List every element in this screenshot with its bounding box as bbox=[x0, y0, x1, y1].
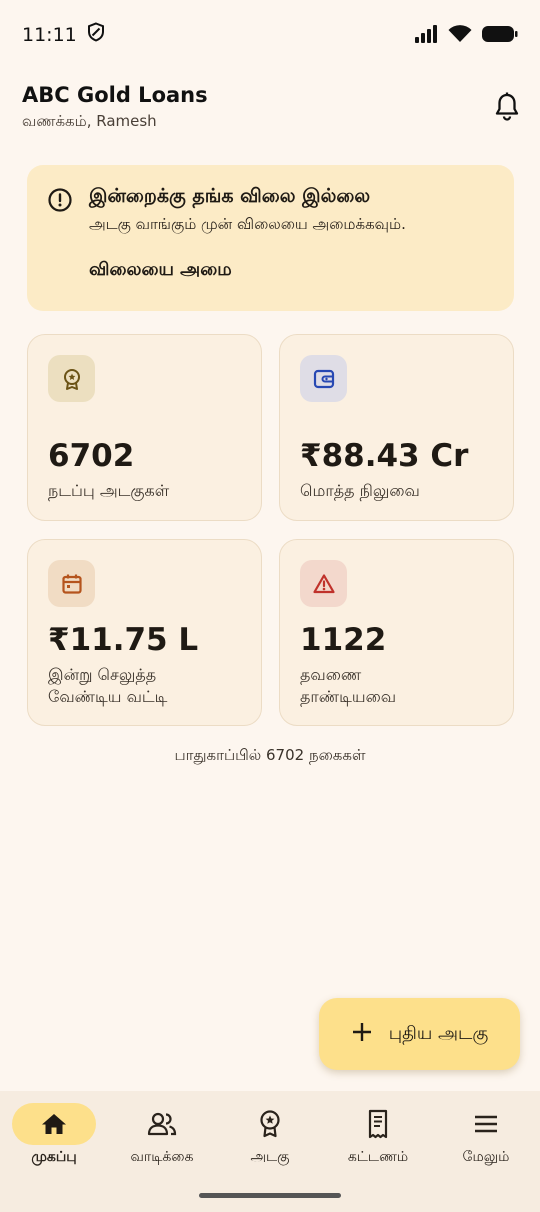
plus-icon bbox=[351, 1021, 373, 1048]
bell-icon[interactable] bbox=[494, 92, 522, 122]
price-alert-card: இன்றைக்கு தங்க விலை இல்லை அடகு வாங்கும் … bbox=[27, 165, 514, 311]
wifi-icon bbox=[448, 25, 472, 47]
signal-icon bbox=[414, 25, 438, 47]
stat-label: மொத்த நிலுவை bbox=[300, 481, 420, 500]
alert-subtitle: அடகு வாங்கும் முன் விலையை அமைக்கவும். bbox=[89, 215, 406, 233]
nav-item-customers[interactable]: வாடிக்கை bbox=[108, 1103, 216, 1173]
stat-value: ₹88.43 Cr bbox=[300, 438, 469, 474]
nav-item-more[interactable]: மேலும் bbox=[432, 1103, 540, 1173]
home-indicator[interactable] bbox=[199, 1193, 341, 1198]
nav-label: மேலும் bbox=[462, 1149, 510, 1165]
info-icon bbox=[47, 187, 73, 213]
receipt-icon bbox=[336, 1103, 420, 1145]
stat-card-interest-due[interactable]: ₹11.75 L இன்று செலுத்த வேண்டிய வட்டி bbox=[27, 539, 262, 726]
nav-label: கட்டணம் bbox=[347, 1149, 409, 1165]
wallet-icon bbox=[300, 355, 347, 402]
nav-item-home[interactable]: முகப்பு bbox=[0, 1103, 108, 1173]
alert-title: இன்றைக்கு தங்க விலை இல்லை bbox=[89, 185, 371, 207]
stat-value: 6702 bbox=[48, 438, 135, 474]
greeting-text: வணக்கம், Ramesh bbox=[22, 112, 157, 130]
shield-icon bbox=[87, 22, 105, 47]
stat-value: 1122 bbox=[300, 622, 387, 658]
menu-icon bbox=[444, 1103, 528, 1145]
new-loan-label: புதிய அடகு bbox=[388, 1022, 489, 1044]
battery-icon bbox=[482, 25, 518, 47]
stat-card-active-loans[interactable]: 6702 நடப்பு அடகுகள் bbox=[27, 334, 262, 521]
stat-card-outstanding[interactable]: ₹88.43 Cr மொத்த நிலுவை bbox=[279, 334, 514, 521]
nav-label: முகப்பு bbox=[31, 1149, 77, 1165]
users-icon bbox=[120, 1103, 204, 1145]
new-loan-button[interactable]: புதிய அடகு bbox=[319, 998, 520, 1070]
stat-label: நடப்பு அடகுகள் bbox=[48, 481, 170, 500]
stat-card-overdue[interactable]: 1122 தவணை தாண்டியவை bbox=[279, 539, 514, 726]
status-time: 11:11 bbox=[22, 23, 77, 46]
home-icon bbox=[12, 1103, 96, 1145]
stat-label-line1: இன்று செலுத்த bbox=[48, 665, 157, 684]
nav-item-loans[interactable]: அடகு bbox=[216, 1103, 324, 1173]
nav-item-payments[interactable]: கட்டணம் bbox=[324, 1103, 432, 1173]
nav-label: வாடிக்கை bbox=[130, 1149, 194, 1165]
stat-label-line2: தாண்டியவை bbox=[300, 687, 397, 706]
app-title: ABC Gold Loans bbox=[22, 83, 208, 107]
nav-label: அடகு bbox=[250, 1149, 290, 1165]
award-icon bbox=[48, 355, 95, 402]
items-in-custody-text: பாதுகாப்பில் 6702 நகைகள் bbox=[174, 746, 366, 764]
set-price-button[interactable]: விலையை அமை bbox=[89, 259, 232, 282]
stat-label-line1: தவணை bbox=[300, 665, 362, 684]
status-bar: 11:11 bbox=[0, 0, 540, 70]
app-header: ABC Gold Loans வணக்கம், Ramesh bbox=[22, 80, 522, 136]
award-icon bbox=[228, 1103, 312, 1145]
stat-value: ₹11.75 L bbox=[48, 622, 199, 658]
warning-icon bbox=[300, 560, 347, 607]
stat-label-line2: வேண்டிய வட்டி bbox=[48, 687, 168, 706]
calendar-icon bbox=[48, 560, 95, 607]
